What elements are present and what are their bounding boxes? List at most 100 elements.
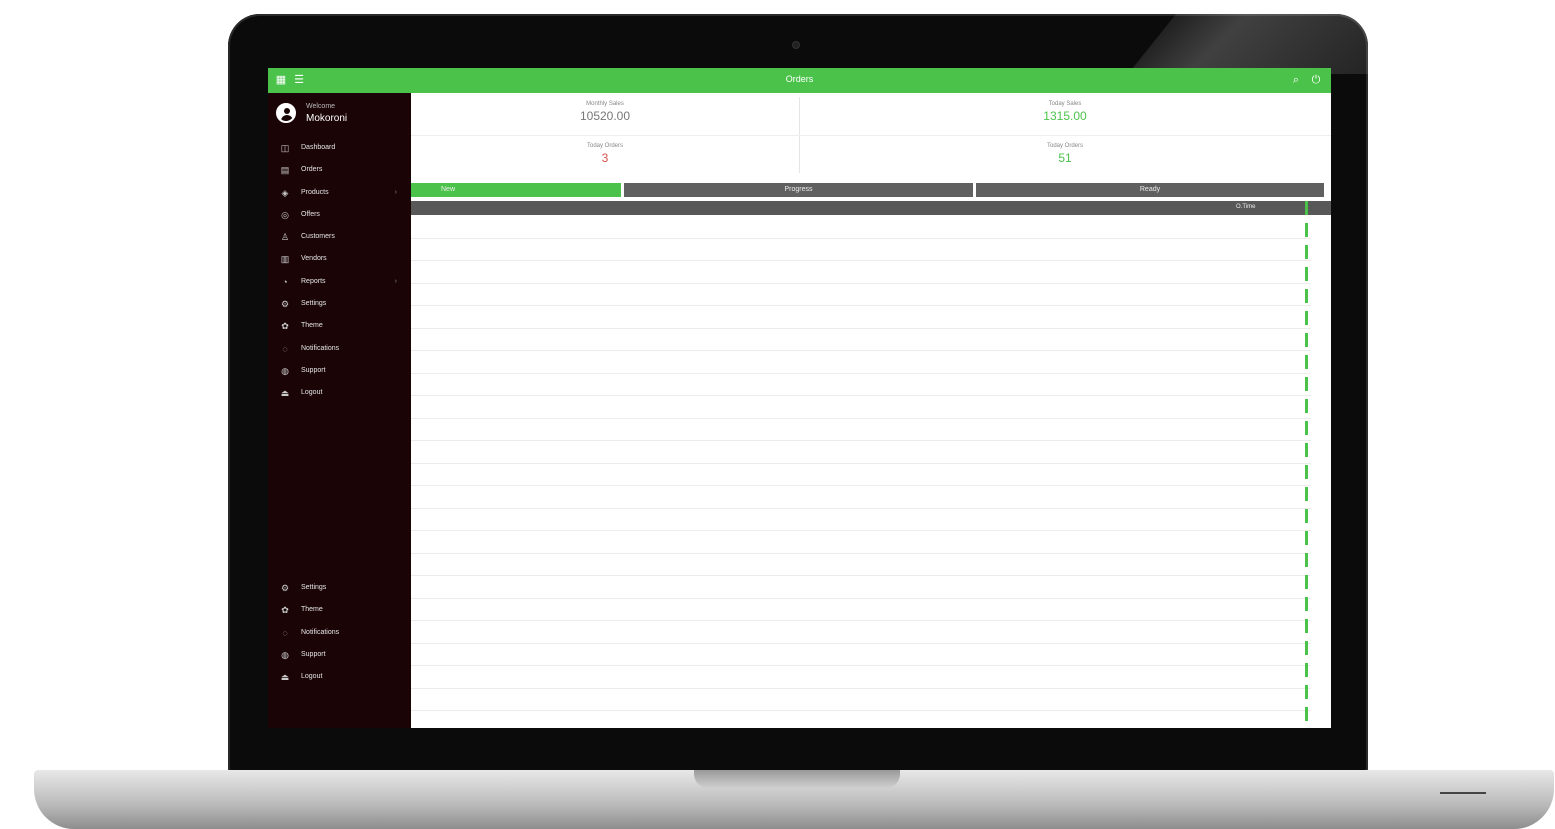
monthly-sales-value: 10520.00 xyxy=(579,109,631,123)
base-notch xyxy=(694,770,900,788)
sidebar-item-settings[interactable]: ⚙ Settings xyxy=(268,578,411,600)
bell-icon: ◌ xyxy=(282,627,288,638)
sidebar-item-label: Settings xyxy=(301,584,327,591)
sidebar-item-settings[interactable]: ⚙ Settings xyxy=(268,294,411,316)
sidebar-item-label: Support xyxy=(301,366,326,374)
table-row[interactable] xyxy=(411,643,1311,666)
sidebar-item-logout[interactable]: ⏏ Logout xyxy=(268,667,411,689)
sidebar-item-label: Reports xyxy=(301,277,326,285)
table-row[interactable] xyxy=(411,575,1311,599)
table-row[interactable] xyxy=(411,598,1311,621)
table-row[interactable] xyxy=(411,305,1311,329)
sidebar-item-support[interactable]: ◍ Support xyxy=(268,645,411,667)
search-icon[interactable]: ⌕ xyxy=(1290,74,1302,86)
offers-icon: ◎ xyxy=(281,209,289,220)
sidebar-item-label: Orders xyxy=(301,166,323,174)
today-orders-label: Today Orders xyxy=(586,143,623,149)
sidebar-item-label: Theme xyxy=(301,322,323,330)
main-content: Monthly Sales 10520.00 Today Sales 1315.… xyxy=(411,93,1331,728)
today-orders-stat: Today Orders 3 xyxy=(411,135,799,175)
tab-ready[interactable]: Ready xyxy=(976,183,1324,197)
sidebar-item-reports[interactable]: ◔ Reports › xyxy=(268,272,411,294)
sidebar-item-label: Logout xyxy=(301,673,323,681)
table-row[interactable] xyxy=(411,665,1311,689)
order-tabs: New Progress Ready xyxy=(411,183,1324,197)
logout-icon: ⏏ xyxy=(280,672,290,683)
sidebar-menu-bottom: ⚙ Settings ✿ Theme ◌ Notifications ◍ Support ⏏ Lo… xyxy=(268,578,411,689)
table-row[interactable] xyxy=(411,238,1311,261)
today-orders-total-label: Today Orders xyxy=(1046,143,1083,149)
sidebar-item-label: Offers xyxy=(301,210,320,218)
sidebar-item-logout[interactable]: ⏏ Logout xyxy=(268,383,411,405)
table-row[interactable] xyxy=(411,485,1311,509)
table-row[interactable] xyxy=(411,463,1311,486)
table-header: O.Time xyxy=(411,201,1331,215)
sidebar-item-label: Theme xyxy=(301,606,323,614)
table-row[interactable] xyxy=(411,508,1311,531)
today-orders-total-value: 51 xyxy=(1058,151,1072,165)
sidebar-item-notifications[interactable]: ◌ Notifications xyxy=(268,339,411,361)
table-row[interactable] xyxy=(411,553,1311,576)
table-row[interactable] xyxy=(411,215,1311,239)
sidebar-item-label: Vendors xyxy=(301,255,327,263)
table-row[interactable] xyxy=(411,350,1311,374)
chevron-right-icon: › xyxy=(394,277,397,285)
user-profile: Welcome Mokoroni xyxy=(276,101,406,131)
sidebar-item-notifications[interactable]: ◌ Notifications xyxy=(268,623,411,645)
theme-icon: ✿ xyxy=(281,321,289,332)
table-row[interactable] xyxy=(411,440,1311,464)
table-row[interactable] xyxy=(411,710,1311,728)
settings-icon: ⚙ xyxy=(280,299,290,310)
settings-icon: ⚙ xyxy=(280,583,290,593)
table-row[interactable] xyxy=(411,373,1311,396)
vendors-icon: ▥ xyxy=(280,254,290,265)
sidebar-item-orders[interactable]: ▤ Orders xyxy=(268,160,411,182)
app-screen: ▦ ☰ Orders ⌕ ⏻ Welcome Mokoroni ◫ Dashboa… xyxy=(268,68,1331,728)
chevron-right-icon: › xyxy=(394,188,397,196)
stats-divider-horizontal xyxy=(411,135,1331,136)
orders-icon: ▤ xyxy=(280,165,290,176)
customers-icon: ♙ xyxy=(280,232,290,243)
order-time-header[interactable]: O.Time xyxy=(1236,204,1255,210)
sidebar-item-vendors[interactable]: ▥ Vendors xyxy=(268,249,411,271)
table-row[interactable] xyxy=(411,260,1311,284)
monthly-sales-label: Monthly Sales xyxy=(586,101,624,107)
table-row[interactable] xyxy=(411,530,1311,554)
stats-panel: Monthly Sales 10520.00 Today Sales 1315.… xyxy=(411,93,1331,178)
power-icon[interactable]: ⏻ xyxy=(1310,74,1322,86)
sidebar-item-support[interactable]: ◍ Support xyxy=(268,361,411,383)
sidebar-item-offers[interactable]: ◎ Offers xyxy=(268,205,411,227)
table-row[interactable] xyxy=(411,395,1311,419)
sidebar-item-dashboard[interactable]: ◫ Dashboard xyxy=(268,138,411,160)
sidebar-item-theme[interactable]: ✿ Theme xyxy=(268,316,411,338)
table-row[interactable] xyxy=(411,620,1311,644)
support-icon: ◍ xyxy=(281,365,289,376)
theme-icon: ✿ xyxy=(281,605,289,616)
avatar[interactable] xyxy=(276,103,296,123)
today-orders-value: 3 xyxy=(601,151,609,165)
tab-new[interactable]: New xyxy=(411,183,621,197)
products-icon: ◈ xyxy=(281,187,289,198)
sidebar-item-customers[interactable]: ♙ Customers xyxy=(268,227,411,249)
logout-icon: ⏏ xyxy=(280,388,290,399)
status-indicator xyxy=(1305,201,1308,728)
table-row[interactable] xyxy=(411,328,1311,351)
username: Mokoroni xyxy=(306,113,348,124)
camera xyxy=(793,42,799,48)
sidebar-item-products[interactable]: ◈ Products › xyxy=(268,183,411,205)
bell-icon: ◌ xyxy=(282,343,288,354)
support-icon: ◍ xyxy=(281,649,289,660)
sidebar-menu: ◫ Dashboard ▤ Orders ◈ Products › ◎ Offers ♙ Custo… xyxy=(268,138,411,406)
sidebar-item-theme[interactable]: ✿ Theme xyxy=(268,600,411,622)
sidebar: Welcome Mokoroni ◫ Dashboard ▤ Orders ◈ Produ… xyxy=(268,93,411,728)
tab-progress[interactable]: Progress xyxy=(624,183,973,197)
today-orders-total-stat: Today Orders 51 xyxy=(871,135,1259,175)
sidebar-item-label: Support xyxy=(301,650,326,658)
table-row[interactable] xyxy=(411,688,1311,711)
top-bar: ▦ ☰ Orders ⌕ ⏻ xyxy=(268,68,1331,93)
sidebar-item-label: Logout xyxy=(301,389,323,397)
welcome-label: Welcome xyxy=(306,103,336,110)
sidebar-item-label: Settings xyxy=(301,300,327,308)
table-row[interactable] xyxy=(411,418,1311,441)
table-row[interactable] xyxy=(411,283,1311,306)
